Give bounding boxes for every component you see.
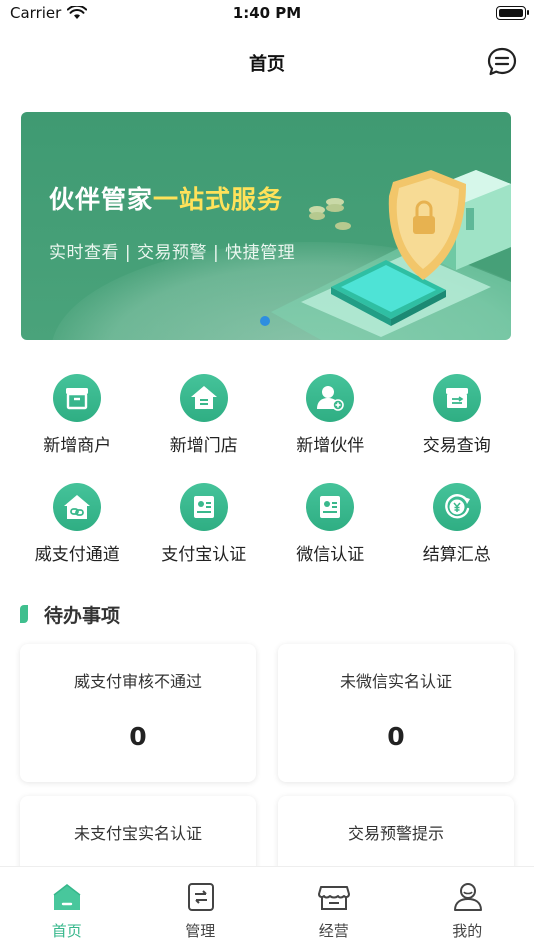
- yuan-cycle-icon: [432, 483, 481, 531]
- link-house-icon: [53, 483, 101, 531]
- todo-section-header: 待办事项: [20, 600, 120, 628]
- grid-label: 新增门店: [169, 436, 238, 456]
- tab-mine[interactable]: 我的: [401, 867, 534, 950]
- wei-pay-channel-button[interactable]: 威支付通道: [14, 483, 141, 583]
- todo-card-label: 交易预警提示: [347, 824, 444, 843]
- tab-label: 首页: [51, 922, 82, 940]
- shield-illustration: [271, 170, 511, 340]
- section-marker: [20, 605, 28, 623]
- grid-label: 支付宝认证: [161, 545, 247, 565]
- app-screen: Carrier 1:40 PM 首页 伙伴管家一站式服务 实时查看 | 交易预警…: [0, 0, 534, 950]
- tab-home[interactable]: 首页: [0, 867, 134, 950]
- todo-card-wechat-unverified[interactable]: 未微信实名认证 0: [278, 644, 514, 782]
- user-icon: [453, 883, 482, 911]
- wifi-icon: [67, 6, 88, 19]
- todo-card-count: 0: [387, 722, 405, 751]
- quick-actions-row-2: 威支付通道 支付宝认证 微信认证 结算汇总: [14, 483, 520, 583]
- settlement-summary-button[interactable]: 结算汇总: [394, 483, 521, 583]
- grid-label: 结算汇总: [422, 545, 491, 565]
- carrier-label: Carrier: [10, 4, 62, 22]
- carrier-group: Carrier: [10, 4, 88, 22]
- battery-icon: [496, 6, 529, 20]
- id-card-icon: [306, 483, 354, 531]
- banner-subtitle: 实时查看 | 交易预警 | 快捷管理: [49, 243, 296, 263]
- todo-card-count: 0: [129, 722, 147, 751]
- banner-title: 伙伴管家一站式服务: [49, 180, 283, 216]
- add-person-icon: [306, 374, 354, 422]
- grid-label: 新增伙伴: [296, 436, 365, 456]
- manage-icon: [187, 883, 214, 911]
- tab-bar: 首页 管理 经营 我的: [0, 866, 534, 950]
- todo-card-label: 威支付审核不通过: [73, 672, 202, 691]
- grid-label: 新增商户: [43, 436, 112, 456]
- house-icon: [179, 374, 228, 422]
- todo-card-weipay-rejected[interactable]: 威支付审核不通过 0: [20, 644, 256, 782]
- tab-label: 我的: [452, 922, 483, 940]
- tab-label: 管理: [185, 922, 216, 940]
- banner-pager-dot[interactable]: [260, 316, 270, 326]
- add-partner-button[interactable]: 新增伙伴: [267, 374, 394, 474]
- home-icon: [53, 884, 81, 910]
- promo-banner[interactable]: 伙伴管家一站式服务 实时查看 | 交易预警 | 快捷管理: [21, 112, 511, 340]
- chat-bubble-icon: [487, 47, 517, 76]
- quick-actions-row-1: 新增商户 新增门店 新增伙伴 交易查询: [14, 374, 520, 474]
- todo-card-label: 未微信实名认证: [339, 672, 452, 691]
- tab-manage[interactable]: 管理: [134, 867, 268, 950]
- id-card-icon: [179, 483, 228, 531]
- transfer-box-icon: [432, 374, 481, 422]
- status-bar: Carrier 1:40 PM: [0, 0, 534, 28]
- grid-label: 交易查询: [422, 436, 491, 456]
- page-title: 首页: [249, 54, 285, 75]
- wechat-verify-button[interactable]: 微信认证: [267, 483, 394, 583]
- alipay-verify-button[interactable]: 支付宝认证: [141, 483, 268, 583]
- transaction-query-button[interactable]: 交易查询: [394, 374, 521, 474]
- todo-card-label: 未支付宝实名认证: [73, 824, 202, 843]
- tab-business[interactable]: 经营: [267, 867, 401, 950]
- store-icon: [53, 374, 101, 422]
- message-button[interactable]: [486, 46, 518, 78]
- banner-title-main: 伙伴管家: [49, 185, 154, 214]
- tab-label: 经营: [318, 922, 349, 940]
- add-merchant-button[interactable]: 新增商户: [14, 374, 141, 474]
- shop-icon: [318, 886, 350, 910]
- nav-bar: 首页: [0, 38, 534, 86]
- add-store-button[interactable]: 新增门店: [141, 374, 268, 474]
- todo-title: 待办事项: [44, 604, 121, 627]
- grid-label: 威支付通道: [34, 545, 120, 565]
- grid-label: 微信认证: [296, 545, 365, 565]
